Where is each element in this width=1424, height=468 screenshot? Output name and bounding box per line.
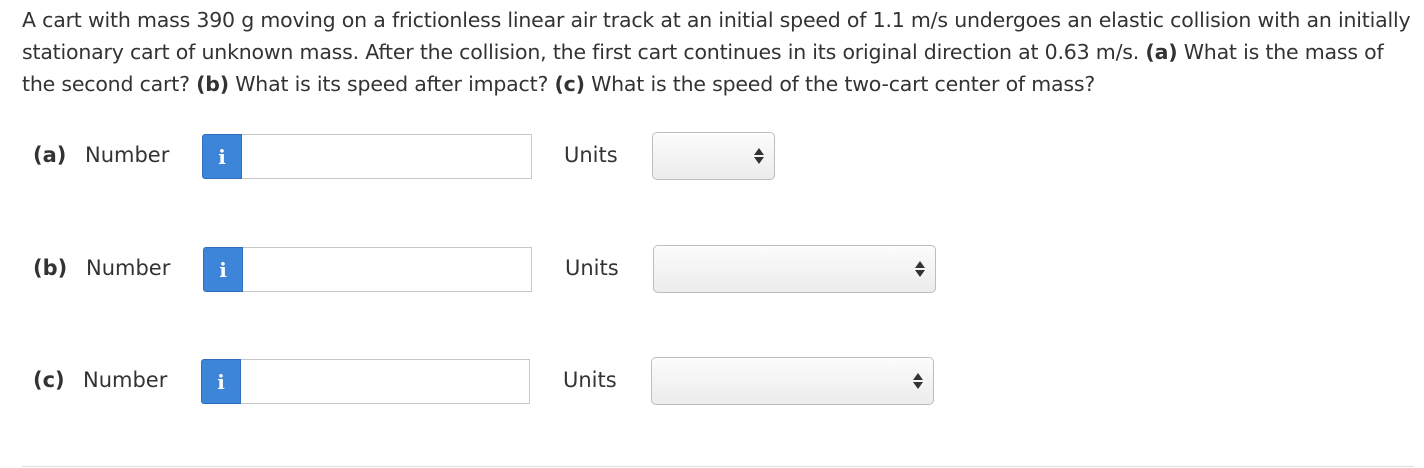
answer-row-a: (a) Number i Units xyxy=(0,132,800,180)
info-icon: i xyxy=(217,369,225,394)
part-a-marker: (a) xyxy=(1145,40,1178,64)
units-select-c[interactable] xyxy=(651,357,934,405)
number-label-a: Number xyxy=(85,143,170,167)
part-label-c: (c) xyxy=(33,368,65,392)
units-label-a: Units xyxy=(564,143,618,167)
number-input-b[interactable] xyxy=(243,247,532,292)
problem-statement: A cart with mass 390 g moving on a frict… xyxy=(22,4,1414,100)
number-label-c: Number xyxy=(83,368,168,392)
answer-row-c: (c) Number i Units xyxy=(0,357,960,405)
up-down-arrows-icon xyxy=(913,373,923,389)
answer-row-b: (b) Number i Units xyxy=(0,245,960,293)
number-label-b: Number xyxy=(86,256,171,280)
info-button-c[interactable]: i xyxy=(201,359,241,404)
part-b-marker: (b) xyxy=(196,72,229,96)
up-down-arrows-icon xyxy=(915,261,925,277)
number-input-c[interactable] xyxy=(241,359,530,404)
units-label-b: Units xyxy=(565,256,619,280)
units-select-b[interactable] xyxy=(653,245,936,293)
part-c-marker: (c) xyxy=(554,72,585,96)
part-label-a: (a) xyxy=(33,143,67,167)
units-label-c: Units xyxy=(563,368,617,392)
info-icon: i xyxy=(218,144,226,169)
up-down-arrows-icon xyxy=(754,148,764,164)
units-select-a[interactable] xyxy=(652,132,775,180)
number-input-a[interactable] xyxy=(242,134,532,179)
part-c-question: What is the speed of the two-cart center… xyxy=(584,72,1096,96)
bottom-divider xyxy=(22,466,1414,467)
part-b-question: What is its speed after impact? xyxy=(228,72,555,96)
info-button-b[interactable]: i xyxy=(203,247,243,292)
info-button-a[interactable]: i xyxy=(202,134,242,179)
part-label-b: (b) xyxy=(33,256,68,280)
info-icon: i xyxy=(219,257,227,282)
